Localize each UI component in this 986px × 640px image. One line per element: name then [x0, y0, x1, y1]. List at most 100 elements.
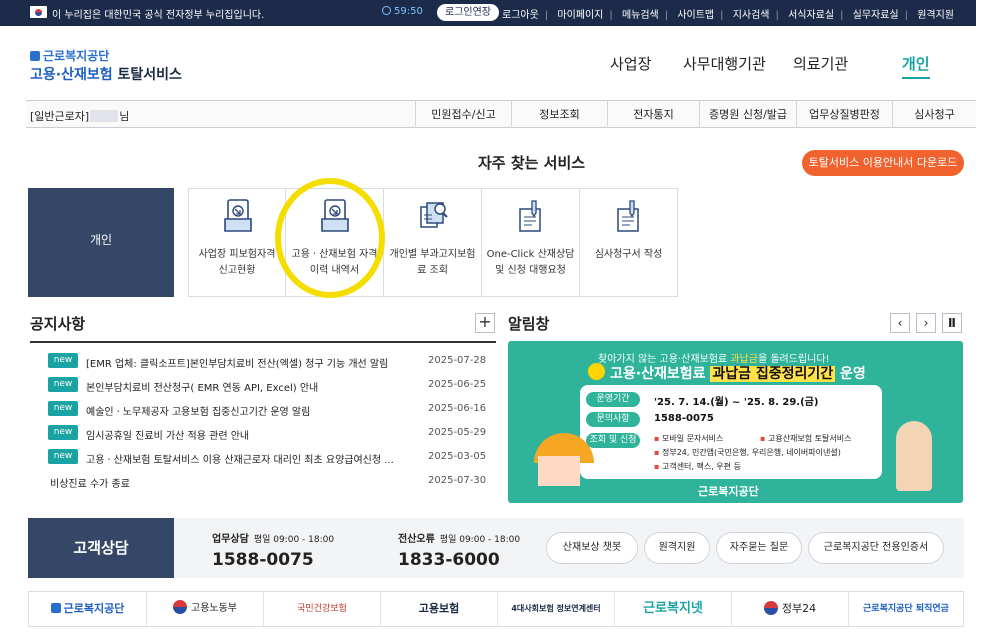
partner-name: 국민건강보험 — [297, 604, 347, 614]
pension-logo-link[interactable]: 근로복지공단 퇴직연금 — [848, 592, 963, 626]
gov24-logo-link[interactable]: 정부24 — [731, 592, 848, 626]
pause-slide-button[interactable]: Ⅱ — [942, 313, 962, 333]
partner-name: 근로복지공단 퇴직연금 — [863, 604, 949, 614]
session-timer-value: 59:50 — [394, 6, 423, 17]
house-illustration — [538, 456, 580, 486]
service-title-blue: 고용·산재보험 — [30, 67, 113, 83]
period-pill: 운영기간 — [586, 392, 640, 407]
next-slide-button[interactable]: › — [916, 313, 936, 333]
nhis-logo-link[interactable]: 국민건강보험 — [263, 592, 380, 626]
alarm-banner[interactable]: 찾아가지 않는 고용·산재보험료 과납금을 돌려드립니다! 고용·산재보험료 과… — [508, 341, 963, 503]
notice-list: new [EMR 업체: 클릭소프트]본인부담치료비 전산(엑셀) 청구 기능 개… — [30, 341, 496, 503]
apply-item: 고용산재보험 토탈서비스 — [760, 433, 852, 444]
nav-individual[interactable]: 개인 — [902, 53, 930, 79]
nav-workplace[interactable]: 사업장 — [610, 53, 651, 74]
nav-medical[interactable]: 의료기관 — [793, 53, 848, 74]
faq-button[interactable]: 자주묻는 질문 — [716, 532, 802, 564]
service-label: One-Click 산재상담 및 신청 대행요청 — [486, 249, 575, 276]
sub-menu-civil[interactable]: 민원접수/신고 — [415, 101, 511, 128]
apply-item: 고객센터, 팩스, 우편 등 — [654, 461, 741, 472]
mypage-link[interactable]: 마이페이지 — [557, 10, 603, 21]
it-error-phone: 1833-6000 — [398, 550, 500, 570]
notice-item[interactable]: new 고용ㆍ산재보험 토탈서비스 이용 산재근로자 대리인 최초 요양급여신청 … — [30, 446, 496, 468]
notice-date: 2025-06-16 — [428, 403, 487, 414]
government-emblem-icon — [173, 600, 187, 614]
korea-flag-icon — [30, 6, 47, 18]
partner-name: 고용보험 — [418, 602, 460, 615]
comwel-logo-link[interactable]: 근로복지공단 — [29, 592, 146, 626]
4insure-logo-link[interactable]: 4대사회보험 정보연계센터 — [497, 592, 614, 626]
user-type: [일반근로자] — [30, 110, 90, 123]
write-document-icon — [617, 200, 639, 232]
check-icon — [588, 363, 605, 380]
user-suffix: 님 — [119, 110, 130, 123]
branch-search-link[interactable]: 지사검색 — [733, 10, 770, 21]
service-oneclick-consult[interactable]: One-Click 산재상담 및 신청 대행요청 — [482, 188, 580, 297]
banner-head-b: 운영 — [840, 366, 866, 382]
notice-text[interactable]: 예술인ㆍ노무제공자 고용보험 집중신고기간 운영 알림 — [86, 403, 416, 418]
service-label: 심사청구서 작성 — [594, 249, 663, 260]
notice-text[interactable]: 본인부담치료비 전산청구( EMR 연동 API, Excel) 안내 — [86, 379, 416, 394]
gov-notice-bar: 이 누리집은 대한민국 공식 전자정부 누리집입니다. 59:50 로그인연장 … — [0, 0, 976, 26]
service-label: 개인별 부과고지보험료 조회 — [389, 249, 476, 276]
ei-logo-link[interactable]: 고용보험 — [380, 592, 497, 626]
sub-menu-certificate[interactable]: 증명원 신청/발급 — [699, 101, 796, 128]
notice-text[interactable]: 임시공휴일 진료비 가산 적용 관련 안내 — [86, 427, 416, 442]
notice-date: 2025-05-29 — [428, 427, 487, 438]
apply-pill: 조회 및 신청 — [586, 433, 640, 448]
notice-text[interactable]: 고용ㆍ산재보험 토탈서비스 이용 산재근로자 대리인 최초 요양급여신청 ... — [86, 451, 416, 466]
remote-support-button[interactable]: 원격지원 — [644, 532, 710, 564]
org-name: 근로복지공단 — [43, 49, 110, 63]
login-extend-button[interactable]: 로그인연장 — [437, 4, 499, 21]
menu-search-link[interactable]: 메뉴검색 — [622, 10, 659, 21]
forms-link[interactable]: 서식자료실 — [788, 10, 834, 21]
notice-item[interactable]: new 본인부담치료비 전산청구( EMR 연동 API, Excel) 안내 20… — [30, 374, 496, 396]
service-premium-lookup[interactable]: 개인별 부과고지보험료 조회 — [384, 188, 482, 297]
moel-logo-link[interactable]: 고용노동부 — [146, 592, 263, 626]
customer-center-area: 업무상담 평일 09:00 - 18:00 1588-0075 전산오류 평일 09… — [174, 518, 964, 578]
certificate-button[interactable]: 근로복지공단 전용인증서 — [808, 532, 944, 564]
work-consult-title: 업무상담 — [212, 534, 249, 545]
it-error-hours: 평일 09:00 - 18:00 — [439, 535, 521, 545]
notice-text[interactable]: 비상진료 수가 종료 — [50, 475, 380, 490]
notice-more-button[interactable]: + — [475, 313, 495, 333]
welfare-net-logo-link[interactable]: 근로복지넷 — [614, 592, 731, 626]
favorites-title: 자주 찾는 서비스 — [478, 154, 586, 172]
service-workplace-status[interactable]: 사업장 피보험자격 신고현황 — [188, 188, 286, 297]
sub-menu-info[interactable]: 정보조회 — [511, 101, 607, 128]
remote-support-link[interactable]: 원격지원 — [917, 10, 954, 21]
sub-menu-notice[interactable]: 전자통지 — [607, 101, 699, 128]
notice-text[interactable]: [EMR 업체: 클릭소프트]본인부담치료비 전산(엑셀) 청구 기능 개선 알… — [86, 355, 416, 370]
work-consult-hours: 평일 09:00 - 18:00 — [253, 535, 335, 545]
service-title[interactable]: 고용·산재보험 토탈서비스 — [30, 64, 182, 84]
service-label: 사업장 피보험자격 신고현황 — [198, 249, 276, 276]
banner-info-card: 운영기간 '25. 7. 14.(월) ~ '25. 8. 29.(금) 문의사… — [580, 385, 882, 479]
prev-slide-button[interactable]: ‹ — [890, 313, 910, 333]
nav-agency[interactable]: 사무대행기관 — [683, 53, 766, 74]
notice-item[interactable]: 비상진료 수가 종료 2025-07-30 — [30, 470, 496, 492]
it-error-label: 전산오류 평일 09:00 - 18:00 — [398, 530, 520, 545]
notice-item[interactable]: new 임시공휴일 진료비 가산 적용 관련 안내 2025-05-29 — [30, 422, 496, 444]
comwel-logo-icon — [50, 603, 61, 613]
notice-item[interactable]: new [EMR 업체: 클릭소프트]본인부담치료비 전산(엑셀) 청구 기능 개… — [30, 350, 496, 372]
comwel-logo-icon — [30, 51, 40, 61]
guide-download-button[interactable]: 토탈서비스 이용안내서 다운로드 — [802, 150, 964, 176]
service-insurance-history[interactable]: 고용ㆍ산재보험 자격 이력 내역서 — [286, 188, 384, 297]
sitemap-link[interactable]: 사이트맵 — [677, 10, 714, 21]
sub-menu-disease[interactable]: 업무상질병판정 — [796, 101, 892, 128]
org-logo[interactable]: 근로복지공단 — [30, 47, 109, 64]
banner-footer-logo: 근로복지공단 — [698, 485, 759, 498]
partner-name: 근로복지넷 — [643, 601, 703, 616]
sub-menu-review[interactable]: 심사청구 — [892, 101, 976, 128]
chatbot-button[interactable]: 산재보상 챗봇 — [546, 532, 638, 564]
it-error-title: 전산오류 — [398, 534, 435, 545]
service-review-write[interactable]: 심사청구서 작성 — [580, 188, 678, 297]
tab-individual[interactable]: 개인 — [28, 188, 174, 297]
service-title-dark: 토탈서비스 — [117, 67, 182, 83]
notice-item[interactable]: new 예술인ㆍ노무제공자 고용보험 집중신고기간 운영 알림 2025-06-16 — [30, 398, 496, 420]
practical-docs-link[interactable]: 실무자료실 — [853, 10, 899, 21]
report-tray-icon — [224, 199, 252, 232]
document-search-icon — [420, 202, 448, 228]
work-consult-phone: 1588-0075 — [212, 550, 314, 570]
logout-link[interactable]: 로그아웃 — [502, 10, 539, 21]
